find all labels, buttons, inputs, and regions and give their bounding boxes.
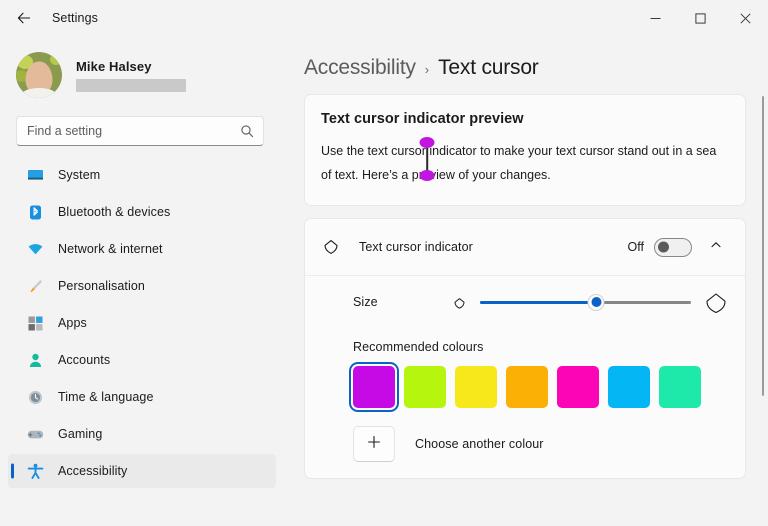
monitor-icon: [26, 166, 44, 184]
title-bar: Settings: [0, 0, 768, 36]
plus-icon: [367, 435, 381, 454]
sidebar-item-label: Gaming: [58, 427, 102, 441]
search-icon: [240, 124, 254, 138]
sidebar-item-label: Personalisation: [58, 279, 145, 293]
preview-card-title: Text cursor indicator preview: [321, 111, 729, 127]
gamepad-icon: [26, 425, 44, 443]
expand-collapse-button[interactable]: [701, 232, 731, 262]
text-cursor-indicator-icon: [321, 237, 343, 257]
size-slider-thumb[interactable]: [588, 294, 605, 311]
sidebar-item-network-internet[interactable]: Network & internet: [8, 232, 276, 266]
colour-swatch[interactable]: [608, 366, 650, 408]
breadcrumb-parent[interactable]: Accessibility: [304, 56, 416, 80]
text-cursor-indicator-row: Text cursor indicator Off: [305, 219, 745, 275]
size-slider[interactable]: [480, 292, 691, 312]
account-name: Mike Halsey: [76, 59, 186, 74]
search-box[interactable]: [16, 116, 264, 146]
sidebar-nav: System Bluetooth & devices Network: [0, 158, 290, 488]
colour-swatch[interactable]: [659, 366, 701, 408]
sidebar-item-time-language[interactable]: Time & language: [8, 380, 276, 414]
colour-swatch[interactable]: [353, 366, 395, 408]
breadcrumb-separator-icon: ›: [425, 62, 429, 77]
window-controls: [633, 0, 768, 36]
chevron-up-icon: [710, 238, 722, 256]
main-content: Accessibility › Text cursor Text cursor …: [290, 36, 768, 526]
text-cursor-indicator-card: Text cursor indicator Off Size: [304, 218, 746, 479]
sidebar-item-label: Accessibility: [58, 464, 127, 478]
text-cursor-indicator-toggle[interactable]: [654, 238, 692, 257]
colour-swatch[interactable]: [557, 366, 599, 408]
sidebar-item-accessibility[interactable]: Accessibility: [8, 454, 276, 488]
preview-card-text: Use the text cursor indicator to make yo…: [321, 144, 716, 182]
settings-window: Settings Mike Halsey: [0, 0, 768, 526]
bluetooth-icon: [26, 203, 44, 221]
preview-card-body: Use the text cursor indicator to make yo…: [321, 139, 729, 187]
main-scrollbar[interactable]: [762, 96, 764, 396]
colour-swatch[interactable]: [404, 366, 446, 408]
sidebar-item-bluetooth-devices[interactable]: Bluetooth & devices: [8, 195, 276, 229]
colour-swatch[interactable]: [455, 366, 497, 408]
colour-swatch[interactable]: [506, 366, 548, 408]
setting-label: Text cursor indicator: [359, 240, 628, 254]
toggle-state-label: Off: [628, 240, 644, 254]
recommended-colours-label: Recommended colours: [353, 340, 729, 354]
back-button[interactable]: [6, 2, 42, 34]
small-indicator-icon: [451, 294, 468, 311]
person-icon: [26, 351, 44, 369]
sidebar-item-label: Accounts: [58, 353, 110, 367]
sidebar-item-system[interactable]: System: [8, 158, 276, 192]
recommended-colours-section: Recommended colours Choose another colou…: [305, 328, 745, 478]
sidebar-item-gaming[interactable]: Gaming: [8, 417, 276, 451]
sidebar-item-label: Apps: [58, 316, 87, 330]
size-label: Size: [353, 295, 451, 309]
size-setting-row: Size: [305, 276, 745, 328]
account-email-redacted: [76, 79, 186, 92]
paintbrush-icon: [26, 277, 44, 295]
sidebar-item-accounts[interactable]: Accounts: [8, 343, 276, 377]
sidebar-item-label: System: [58, 168, 100, 182]
sidebar-item-personalisation[interactable]: Personalisation: [8, 269, 276, 303]
choose-another-colour-button[interactable]: [353, 426, 395, 462]
text-cursor-preview-card: Text cursor indicator preview Use the te…: [304, 94, 746, 206]
breadcrumb: Accessibility › Text cursor: [290, 36, 768, 80]
apps-grid-icon: [26, 314, 44, 332]
sidebar-item-label: Network & internet: [58, 242, 163, 256]
back-arrow-icon: [16, 10, 32, 26]
page-title: Text cursor: [438, 56, 539, 80]
search-input[interactable]: [17, 124, 263, 138]
maximize-button[interactable]: [678, 0, 723, 36]
accessibility-icon: [26, 462, 44, 480]
avatar: [16, 52, 62, 98]
sidebar: Mike Halsey: [0, 36, 290, 526]
wifi-icon: [26, 240, 44, 258]
app-title: Settings: [52, 11, 98, 25]
large-indicator-icon: [703, 289, 729, 315]
sidebar-item-label: Time & language: [58, 390, 154, 404]
colour-swatch-list: [353, 366, 729, 408]
sidebar-item-apps[interactable]: Apps: [8, 306, 276, 340]
sidebar-item-label: Bluetooth & devices: [58, 205, 170, 219]
choose-another-colour-row: Choose another colour: [353, 426, 729, 462]
account-summary[interactable]: Mike Halsey: [0, 36, 290, 100]
clock-icon: [26, 388, 44, 406]
choose-another-colour-label: Choose another colour: [415, 437, 544, 451]
close-button[interactable]: [723, 0, 768, 36]
minimize-button[interactable]: [633, 0, 678, 36]
